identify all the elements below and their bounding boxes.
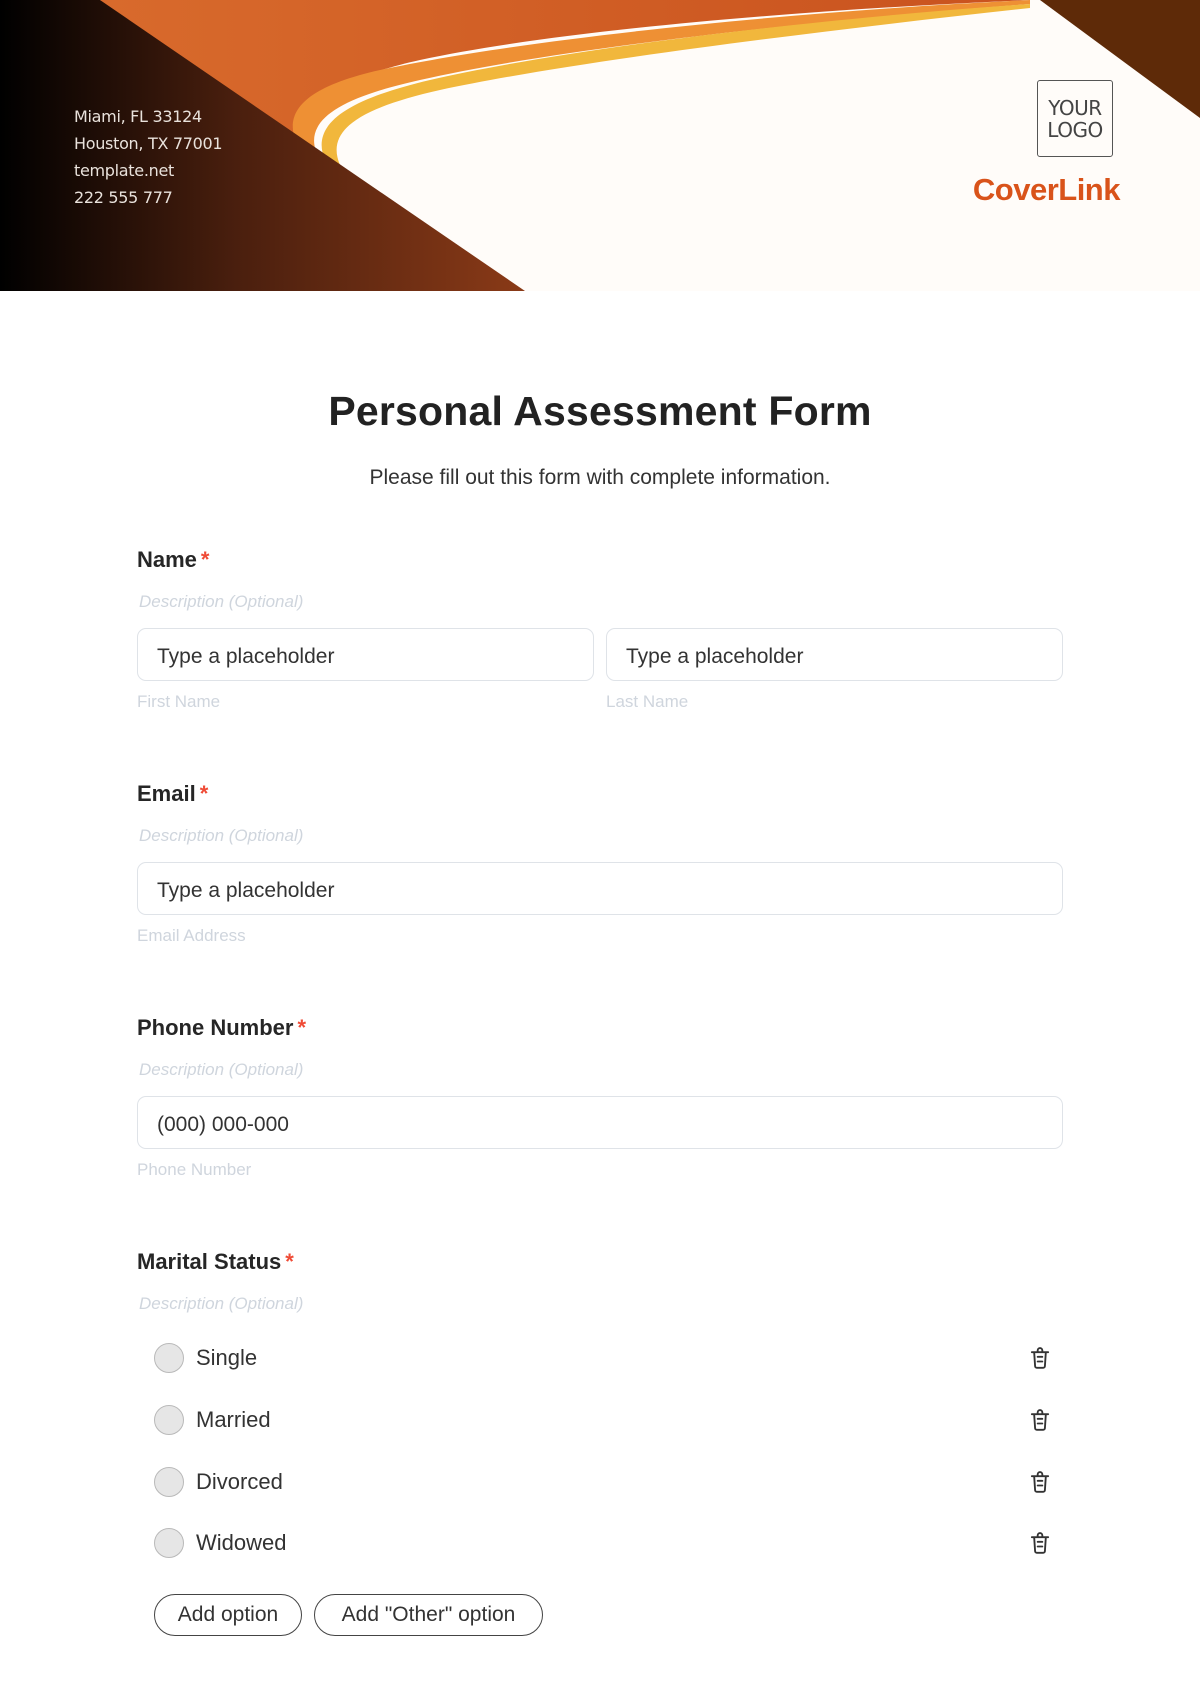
- phone-label-text: Phone Number: [137, 1015, 294, 1040]
- phone-sublabel: Phone Number: [137, 1160, 252, 1179]
- radio-button[interactable]: [154, 1528, 184, 1558]
- contact-website: template.net: [74, 161, 174, 180]
- option-label: Married: [196, 1407, 271, 1432]
- phone-label: Phone Number *: [137, 1015, 306, 1041]
- radio-option-single[interactable]: Single: [154, 1340, 1054, 1376]
- logo-line-1: YOUR: [1048, 95, 1102, 120]
- logo-placeholder: YOUR LOGO: [1037, 80, 1113, 157]
- contact-address-1: Miami, FL 33124: [74, 107, 202, 126]
- page-subtitle: Please fill out this form with complete …: [369, 466, 831, 489]
- first-name-sublabel: First Name: [137, 692, 221, 711]
- trash-icon[interactable]: [1026, 1344, 1054, 1372]
- name-label-text: Name: [137, 547, 197, 572]
- radio-button[interactable]: [154, 1343, 184, 1373]
- email-input[interactable]: Type a placeholder: [137, 862, 1063, 915]
- radio-option-married[interactable]: Married: [154, 1402, 1054, 1438]
- option-label: Widowed: [196, 1530, 287, 1555]
- required-marker: *: [297, 1015, 307, 1040]
- option-label: Single: [196, 1345, 258, 1370]
- name-label: Name *: [137, 547, 209, 573]
- marital-status-label-text: Marital Status: [137, 1249, 282, 1274]
- name-description[interactable]: Description (Optional): [139, 592, 303, 612]
- logo-line-2: LOGO: [1047, 117, 1103, 142]
- brand-name: CoverLink: [972, 172, 1121, 207]
- phone-input[interactable]: (000) 000-000: [137, 1096, 1063, 1149]
- marital-status-label: Marital Status *: [137, 1249, 294, 1275]
- header-banner: Miami, FL 33124 Houston, TX 77001 templa…: [0, 0, 1200, 291]
- email-label: Email *: [137, 781, 208, 807]
- contact-address-2: Houston, TX 77001: [74, 134, 223, 153]
- email-description[interactable]: Description (Optional): [139, 826, 303, 846]
- radio-button[interactable]: [154, 1467, 184, 1497]
- email-sublabel: Email Address: [137, 926, 246, 945]
- contact-phone: 222 555 777: [74, 188, 173, 207]
- last-name-sublabel: Last Name: [606, 692, 689, 711]
- trash-icon[interactable]: [1026, 1529, 1054, 1557]
- marital-status-description[interactable]: Description (Optional): [139, 1294, 303, 1314]
- option-label: Divorced: [196, 1469, 283, 1494]
- required-marker: *: [199, 781, 209, 806]
- radio-button[interactable]: [154, 1405, 184, 1435]
- add-other-option-button[interactable]: Add "Other" option: [314, 1594, 543, 1636]
- email-label-text: Email: [137, 781, 196, 806]
- trash-icon[interactable]: [1026, 1468, 1054, 1496]
- required-marker: *: [200, 547, 210, 572]
- contact-info: Miami, FL 33124 Houston, TX 77001 templa…: [74, 103, 223, 211]
- trash-icon[interactable]: [1026, 1406, 1054, 1434]
- radio-option-divorced[interactable]: Divorced: [154, 1464, 1054, 1500]
- phone-description[interactable]: Description (Optional): [139, 1060, 303, 1080]
- required-marker: *: [285, 1249, 294, 1274]
- add-option-button[interactable]: Add option: [154, 1594, 302, 1636]
- first-name-input[interactable]: Type a placeholder: [137, 628, 594, 681]
- page-title: Personal Assessment Form: [328, 388, 872, 434]
- radio-option-widowed[interactable]: Widowed: [154, 1525, 1054, 1561]
- last-name-input[interactable]: Type a placeholder: [606, 628, 1063, 681]
